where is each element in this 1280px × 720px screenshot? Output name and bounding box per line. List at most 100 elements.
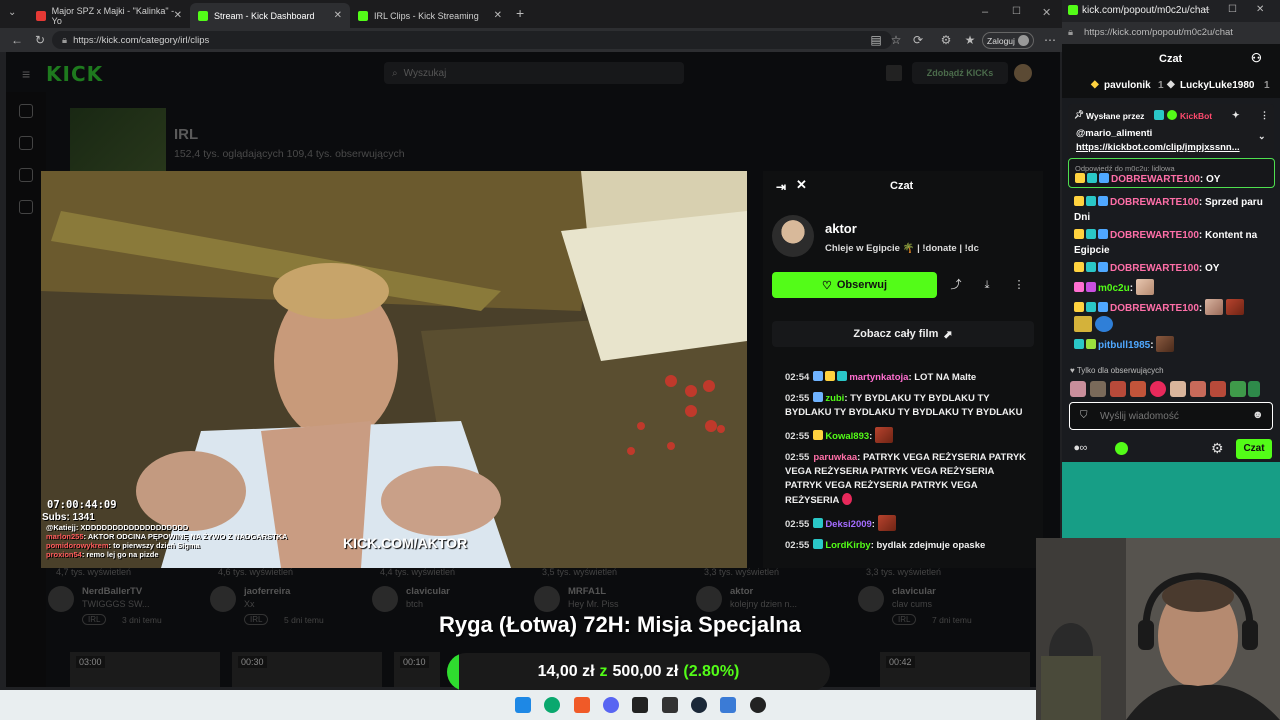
more-options-icon[interactable]: ⋮ <box>1008 274 1030 296</box>
tab-youtube[interactable]: Major SPZ x Majki - "Kalinka" - Yo ✕ <box>28 3 190 28</box>
follow-button[interactable]: ♡ Obserwuj <box>772 272 937 298</box>
clip-card[interactable]: 4,7 tys. wyświetleń NerdBallerTV TWIGGGS… <box>48 567 198 662</box>
search-input[interactable]: ⌕ Wyszukaj <box>384 62 684 84</box>
browse-icon[interactable] <box>19 136 33 150</box>
emote-strip[interactable] <box>1070 380 1260 398</box>
login-button[interactable]: Zaloguj <box>982 32 1034 49</box>
gifter-name[interactable]: pavulonik <box>1104 80 1151 91</box>
new-tab-button[interactable]: + <box>516 5 524 21</box>
hamburger-icon[interactable]: ≡ <box>22 66 30 82</box>
tab-menu-icon[interactable]: ⌄ <box>8 7 16 18</box>
send-chat-button[interactable]: Czat <box>1236 439 1272 459</box>
get-kicks-button[interactable]: Zdobądź KICKs <box>912 62 1008 84</box>
steam-icon[interactable] <box>691 697 707 713</box>
url-input[interactable]: 🔒︎ https://kick.com/category/irl/clips <box>52 31 892 49</box>
more-menu-icon[interactable]: ⋯ <box>1042 32 1058 48</box>
reader-icon[interactable]: ▤ <box>868 32 884 48</box>
pinned-link[interactable]: https://kickbot.com/clip/jmpjxssnn... <box>1076 142 1240 153</box>
close-icon[interactable]: ✕ <box>796 177 807 193</box>
close-tab-icon[interactable]: ✕ <box>174 10 182 21</box>
reload-icon[interactable]: ↻ <box>32 32 48 48</box>
following-icon[interactable] <box>19 168 33 182</box>
chat-user[interactable]: zubi <box>825 393 844 404</box>
chat-text: : OY <box>1199 174 1221 185</box>
close-tab-icon[interactable]: ✕ <box>494 10 502 21</box>
gift-icon: ◆ <box>1167 79 1175 90</box>
chat-user[interactable]: Kowal893 <box>825 431 869 442</box>
chat-user[interactable]: DOBREWARTE100 <box>1110 197 1199 208</box>
chat-user[interactable]: martynkatoja <box>849 372 908 383</box>
chat-user[interactable]: Deksi2009 <box>825 519 871 530</box>
collapse-icon[interactable]: ⇥ <box>776 180 786 194</box>
favorite-icon[interactable]: ☆ <box>888 32 904 48</box>
app-icon[interactable] <box>720 697 736 713</box>
windows-start-icon[interactable] <box>515 697 531 713</box>
back-icon[interactable]: ← <box>9 32 25 48</box>
settings-gear-icon[interactable]: ⚙ <box>1211 440 1224 457</box>
chat-user[interactable]: m0c2u <box>1098 283 1130 294</box>
download-icon[interactable]: ⤓ <box>976 274 998 296</box>
chat-user[interactable]: paruwkaa <box>813 452 857 463</box>
chat-user[interactable]: LordKirby <box>825 540 870 551</box>
close-window-button[interactable]: ✕ <box>1256 4 1264 15</box>
refresh-icon[interactable]: ⟳ <box>910 32 926 48</box>
unpin-icon[interactable]: ✦ <box>1232 110 1240 121</box>
chat-user[interactable]: DOBREWARTE100 <box>1111 174 1200 185</box>
user-avatar[interactable] <box>1014 64 1032 82</box>
watch-full-video-button[interactable]: Zobacz cały film ⬈ <box>772 321 1034 347</box>
chevron-down-icon[interactable]: ⌄ <box>1258 131 1266 142</box>
chat-user[interactable]: DOBREWARTE100 <box>1110 230 1199 241</box>
extensions-icon[interactable]: ⚙ <box>938 32 954 48</box>
clip-card[interactable]: 4,6 tys. wyświetleń jaoferreira Xx IRL 5… <box>210 567 360 662</box>
minimize-button[interactable]: – <box>982 6 988 18</box>
pinned-bot-name[interactable]: KickBot <box>1180 111 1212 121</box>
share-icon[interactable]: ⤴ <box>945 274 967 296</box>
chat-user[interactable]: pitbull1985 <box>1098 340 1150 351</box>
clip-thumbnail[interactable]: 03:00 <box>70 652 220 687</box>
watch-full-label: Zobacz cały film <box>853 328 939 340</box>
kick-logo[interactable]: KICK <box>46 62 103 86</box>
popout-url-bar[interactable]: 🔒︎ https://kick.com/popout/m0c2u/chat <box>1062 22 1280 44</box>
chat-user[interactable]: DOBREWARTE100 <box>1110 263 1199 274</box>
clip-thumbnail[interactable]: 00:30 <box>232 652 382 687</box>
favorites-list-icon[interactable]: ★ <box>962 32 978 48</box>
kick-points-icon[interactable] <box>1115 442 1128 455</box>
clips-icon[interactable] <box>886 65 902 81</box>
minimize-button[interactable]: – <box>1204 4 1210 15</box>
stream-timer: 07:00:44:09 <box>47 499 117 511</box>
maximize-button[interactable]: ☐ <box>1012 6 1021 17</box>
emoji-icon[interactable]: ☻ <box>1252 409 1264 421</box>
tab-label: Major SPZ x Majki - "Kalinka" - Yo <box>51 5 175 26</box>
streamer-avatar[interactable] <box>772 215 814 257</box>
clip-video-player[interactable] <box>41 171 747 568</box>
discord-icon[interactable] <box>603 697 619 713</box>
popout-chat-messages: Odpowiedź do m0c2u: lidlowa DOBREWARTE10… <box>1068 158 1276 398</box>
clip-card[interactable]: 3,3 tys. wyświetleń clavicular clav cums… <box>858 567 1008 662</box>
infinity-icon[interactable]: ⦁∞ <box>1074 442 1087 455</box>
chat-message-input[interactable]: ⛉ Wyślij wiadomość ☻ <box>1069 402 1273 430</box>
badge-icon <box>1098 262 1108 272</box>
media-icon[interactable] <box>632 697 648 713</box>
badge-icon <box>1098 229 1108 239</box>
epic-games-icon[interactable] <box>662 697 678 713</box>
maximize-button[interactable]: ☐ <box>1228 4 1237 15</box>
close-window-button[interactable]: ✕ <box>1042 6 1051 19</box>
close-tab-icon[interactable]: ✕ <box>334 10 342 21</box>
gifter-name[interactable]: LuckyLuke1980 <box>1180 80 1255 91</box>
users-icon[interactable]: ⚇ <box>1251 51 1262 65</box>
home-icon[interactable] <box>19 104 33 118</box>
obs-icon[interactable] <box>750 697 766 713</box>
brave-icon[interactable] <box>574 697 590 713</box>
clips-nav-icon[interactable] <box>19 200 33 214</box>
chat-message: 02:55 Deksi2009: <box>785 515 1033 532</box>
chat-text: : <box>871 519 875 530</box>
clip-thumbnail[interactable]: 00:42 <box>880 652 1030 687</box>
tab-kick-dashboard[interactable]: Stream - Kick Dashboard ✕ <box>190 3 350 28</box>
tab-irl-clips[interactable]: IRL Clips - Kick Streaming ✕ <box>350 3 510 28</box>
clip-thumbnail[interactable]: 00:10 <box>394 652 440 687</box>
sidebar <box>6 92 46 687</box>
edge-icon[interactable] <box>544 697 560 713</box>
streamer-name[interactable]: aktor <box>825 221 857 236</box>
chat-user[interactable]: DOBREWARTE100 <box>1110 303 1199 314</box>
more-options-icon[interactable]: ⋮ <box>1260 110 1269 121</box>
